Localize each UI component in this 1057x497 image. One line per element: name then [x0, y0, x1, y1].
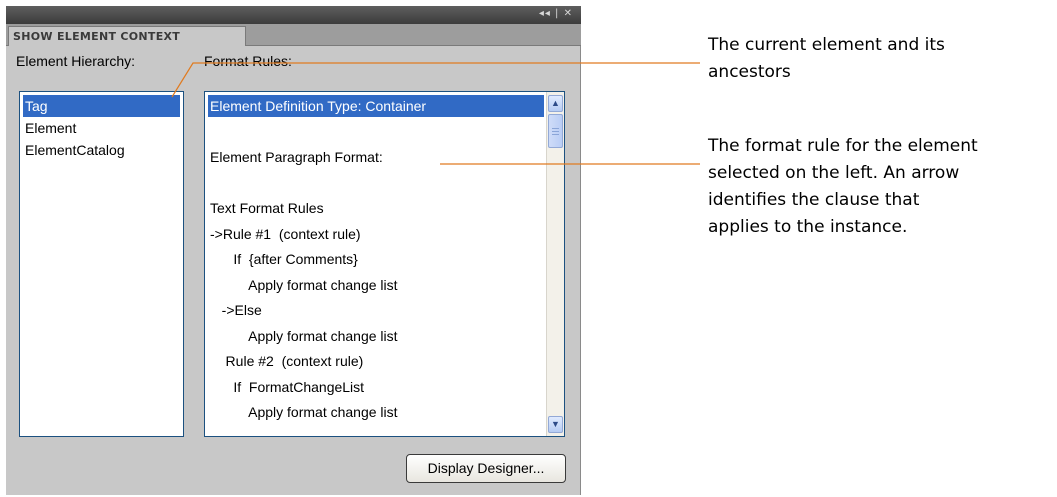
annotation-line: The format rule for the element [708, 136, 978, 156]
annotation-current-element: The current element and its ancestors [708, 32, 945, 86]
annotation-line: ancestors [708, 62, 791, 82]
annotation-line: applies to the instance. [708, 217, 908, 237]
annotation-line: selected on the left. An arrow [708, 163, 960, 183]
annotation-format-rule: The format rule for the element selected… [708, 133, 978, 241]
annotation-line: identifies the clause that [708, 190, 920, 210]
annotation-line: The current element and its [708, 35, 945, 55]
callout-line-hierarchy [171, 62, 700, 98]
